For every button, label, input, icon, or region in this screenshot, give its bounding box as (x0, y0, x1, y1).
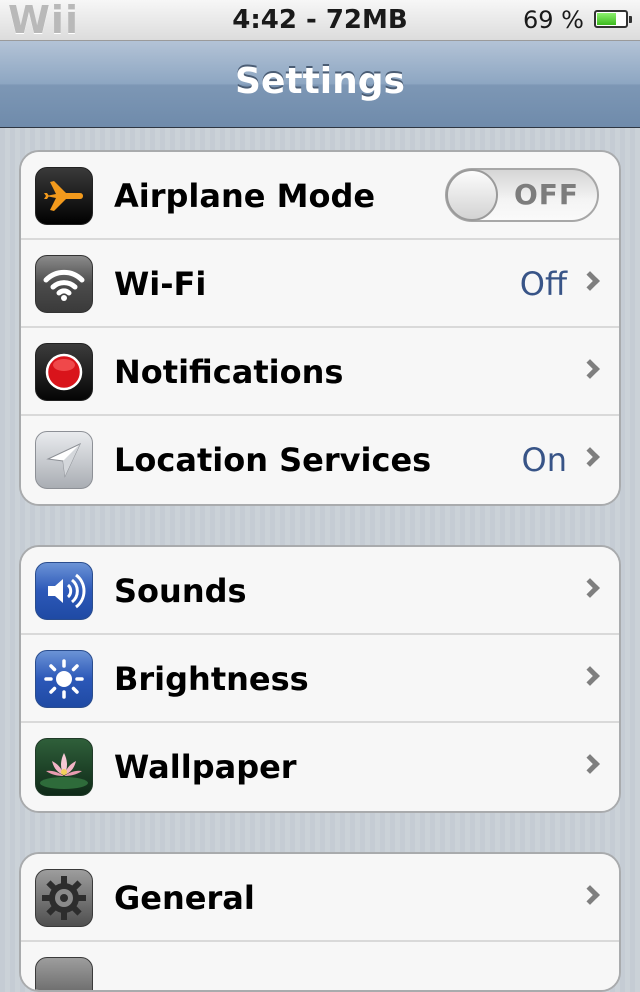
gear-icon (35, 869, 93, 927)
settings-row-partial[interactable] (21, 942, 619, 990)
settings-group-connectivity: Airplane Mode OFF Wi-Fi Off Notification… (19, 150, 621, 506)
chevron-right-icon (580, 271, 600, 291)
settings-row-label: Brightness (114, 660, 309, 698)
battery-fill (597, 13, 616, 25)
settings-row-sounds[interactable]: Sounds (21, 547, 619, 635)
chevron-right-icon (580, 666, 600, 686)
settings-row-label: Wi-Fi (114, 265, 207, 303)
settings-row-label: General (114, 879, 255, 917)
notifications-icon (35, 343, 93, 401)
settings-row-wallpaper[interactable]: Wallpaper (21, 723, 619, 811)
location-status-value: On (521, 441, 567, 479)
chevron-right-icon (580, 447, 600, 467)
page-title: Settings (235, 61, 405, 102)
flower-icon (35, 738, 93, 796)
settings-row-label: Airplane Mode (114, 177, 376, 215)
settings-row-wifi[interactable]: Wi-Fi Off (21, 240, 619, 328)
wifi-icon (35, 255, 93, 313)
settings-row-label: Notifications (114, 353, 344, 391)
chevron-right-icon (580, 885, 600, 905)
toggle-knob (446, 169, 498, 221)
settings-row-notifications[interactable]: Notifications (21, 328, 619, 416)
sun-icon (35, 650, 93, 708)
chevron-right-icon (580, 754, 600, 774)
wifi-status-value: Off (519, 265, 567, 303)
toggle-state-label: OFF (513, 178, 579, 211)
status-bar: Wii 4:42 - 72MB 69 % (0, 0, 640, 41)
battery-icon (594, 10, 632, 28)
settings-row-location-services[interactable]: Location Services On (21, 416, 619, 504)
settings-row-label: Wallpaper (114, 748, 297, 786)
settings-group-general: General (19, 852, 621, 992)
settings-row-general[interactable]: General (21, 854, 619, 942)
location-icon (35, 431, 93, 489)
settings-row-label: Location Services (114, 441, 432, 479)
chevron-right-icon (580, 578, 600, 598)
chevron-right-icon (580, 359, 600, 379)
settings-row-brightness[interactable]: Brightness (21, 635, 619, 723)
navigation-bar: Settings (0, 41, 640, 128)
partial-row-icon (35, 957, 93, 990)
settings-row-label: Sounds (114, 572, 247, 610)
settings-row-airplane-mode[interactable]: Airplane Mode OFF (21, 152, 619, 240)
speaker-icon (35, 562, 93, 620)
settings-group-display: Sounds Brightness Wallpaper (19, 545, 621, 813)
battery-percent: 69 % (523, 6, 584, 34)
airplane-icon (35, 167, 93, 225)
airplane-mode-toggle[interactable]: OFF (445, 168, 599, 222)
